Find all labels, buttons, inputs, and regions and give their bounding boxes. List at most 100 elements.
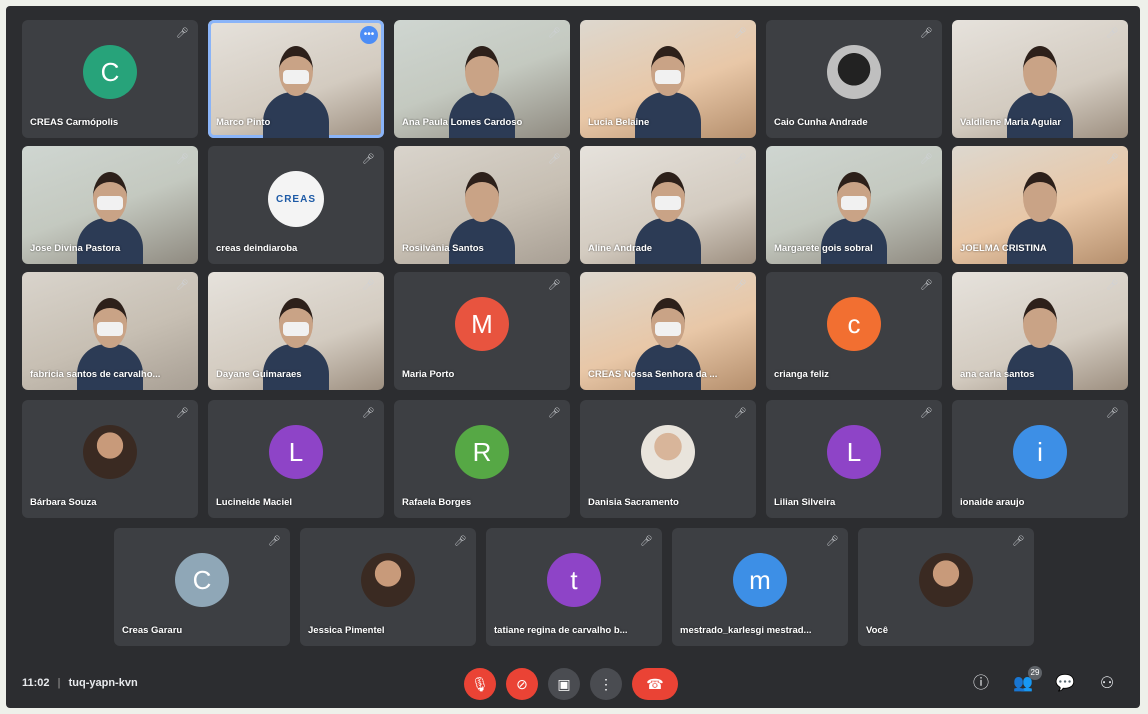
initial-avatar: L <box>269 425 323 479</box>
tile-options-button[interactable]: ••• <box>360 26 378 44</box>
participant-tile[interactable]: 🎤︎ Margarete gois sobral <box>766 146 942 264</box>
participant-name: ana carla santos <box>960 369 1035 380</box>
chat-button[interactable]: 💬 <box>1052 670 1078 698</box>
participant-tile[interactable]: 🎤︎ CREAS Nossa Senhora da ... <box>580 272 756 390</box>
initial-avatar: c <box>827 297 881 351</box>
initial-avatar: i <box>1013 425 1067 479</box>
participant-tile[interactable]: 🎤︎ Lucia Belaine <box>580 20 756 138</box>
face-mask <box>283 70 309 84</box>
activities-button[interactable]: ⚇ <box>1094 670 1120 698</box>
mic-muted-icon: 🎤︎ <box>920 28 933 39</box>
participant-name: Creas Gararu <box>122 625 183 636</box>
mic-muted-icon: 🎤︎ <box>548 408 561 419</box>
participant-name: JOELMA CRISTINA <box>960 243 1047 254</box>
tile-row: C 🎤︎ CREAS Carmópolis ••• Marco Pinto 🎤︎ Ana P… <box>22 20 1128 138</box>
video-figure-body <box>1007 92 1073 138</box>
participant-tile[interactable]: 🎤︎ JOELMA CRISTINA <box>952 146 1128 264</box>
participant-tile[interactable]: ••• Marco Pinto <box>208 20 384 138</box>
participant-name: Lucia Belaine <box>588 117 650 128</box>
photo-avatar <box>641 425 695 479</box>
participant-name: Lilian Silveira <box>774 497 836 508</box>
participant-tile[interactable]: i 🎤︎ ionaide araujo <box>952 400 1128 518</box>
participant-tile[interactable]: C 🎤︎ Creas Gararu <box>114 528 290 646</box>
tile-row: 🎤︎ fabricia santos de carvalho... 🎤︎ Dayane… <box>22 272 1128 390</box>
video-figure-body <box>77 344 143 390</box>
participant-name: Dayane Guimaraes <box>216 369 302 380</box>
video-figure-body <box>449 218 515 264</box>
participant-tile[interactable]: 🎤︎ Você <box>858 528 1034 646</box>
participant-name: tatiane regina de carvalho b... <box>494 625 628 636</box>
video-figure-body <box>77 218 143 264</box>
photo-avatar <box>361 553 415 607</box>
participant-name: Jessica Pimentel <box>308 625 385 636</box>
participant-tile[interactable]: 🎤︎ Aline Andrade <box>580 146 756 264</box>
participant-tile[interactable]: t 🎤︎ tatiane regina de carvalho b... <box>486 528 662 646</box>
participant-name: Bárbara Souza <box>30 497 97 508</box>
participant-tile[interactable]: m 🎤︎ mestrado_karlesgi mestrad... <box>672 528 848 646</box>
face-mask <box>97 196 123 210</box>
participant-name: Danisia Sacramento <box>588 497 679 508</box>
participant-tile[interactable]: L 🎤︎ Lucineide Maciel <box>208 400 384 518</box>
participant-tile[interactable]: 🎤︎ Jessica Pimentel <box>300 528 476 646</box>
participant-name: CREAS Nossa Senhora da ... <box>588 369 718 380</box>
mic-muted-icon: 🎤︎ <box>1106 280 1119 291</box>
call-controls: 🎙 ⊘ ▣ ⋮ ☎ <box>464 668 678 700</box>
participant-tile[interactable]: c 🎤︎ crianga feliz <box>766 272 942 390</box>
mic-muted-icon: 🎤︎ <box>454 536 467 547</box>
mic-muted-icon: 🎤︎ <box>362 408 375 419</box>
face-mask <box>283 322 309 336</box>
end-call-button[interactable]: ☎ <box>632 668 678 700</box>
video-figure-body <box>635 218 701 264</box>
participant-tile[interactable]: L 🎤︎ Lilian Silveira <box>766 400 942 518</box>
activities-icon: ⚇ <box>1099 675 1115 692</box>
meeting-info: 11:02 | tuq-yapn-kvn <box>22 677 138 689</box>
face-mask <box>655 70 681 84</box>
participant-name: CREAS Carmópolis <box>30 117 119 128</box>
camera-toggle-button[interactable]: ⊘ <box>506 668 538 700</box>
tile-row: C 🎤︎ Creas Gararu 🎤︎ Jessica Pimentel t 🎤︎ tati… <box>114 528 1034 646</box>
creas-logo: CREAS <box>268 171 324 227</box>
participant-tile[interactable]: 🎤︎ Caio Cunha Andrade <box>766 20 942 138</box>
present-button[interactable]: ▣ <box>548 668 580 700</box>
participant-tile[interactable]: 🎤︎ ana carla santos <box>952 272 1128 390</box>
face-mask <box>655 196 681 210</box>
participant-tile[interactable]: 🎤︎ Valdilene Maria Aguiar <box>952 20 1128 138</box>
participant-tile[interactable]: R 🎤︎ Rafaela Borges <box>394 400 570 518</box>
side-tools: ⓘ 👥 29 💬 ⚇ <box>968 666 1120 698</box>
mic-muted-icon: 🎤︎ <box>362 154 375 165</box>
video-figure-body <box>635 92 701 138</box>
participant-tile[interactable]: C 🎤︎ CREAS Carmópolis <box>22 20 198 138</box>
participant-tile[interactable]: 🎤︎ Danisia Sacramento <box>580 400 756 518</box>
participant-tile[interactable]: 🎤︎ Ana Paula Lomes Cardoso <box>394 20 570 138</box>
participant-tile[interactable]: CREAS 🎤︎ creas deindiaroba <box>208 146 384 264</box>
video-figure-body <box>449 92 515 138</box>
chat-icon: 💬 <box>1055 675 1075 692</box>
mic-muted-icon: 🎤︎ <box>548 280 561 291</box>
participant-name: Você <box>866 625 889 636</box>
mic-muted-icon: 🎤︎ <box>176 28 189 39</box>
mic-muted-icon: 🎤︎ <box>734 280 747 291</box>
video-figure-body <box>263 344 329 390</box>
participant-name: Jose Divina Pastora <box>30 243 121 254</box>
mic-toggle-button[interactable]: 🎙 <box>464 668 496 700</box>
participant-name: Ana Paula Lomes Cardoso <box>402 117 523 128</box>
participant-name: Valdilene Maria Aguiar <box>960 117 1062 128</box>
more-options-button[interactable]: ⋮ <box>590 668 622 700</box>
people-button[interactable]: 👥 29 <box>1010 666 1042 698</box>
participant-name: Caio Cunha Andrade <box>774 117 868 128</box>
mic-off-icon: 🎙 <box>471 675 489 692</box>
participant-tile[interactable]: 🎤︎ Jose Divina Pastora <box>22 146 198 264</box>
participant-tile[interactable]: 🎤︎ fabricia santos de carvalho... <box>22 272 198 390</box>
participant-tile[interactable]: 🎤︎ Rosilvânia Santos <box>394 146 570 264</box>
participant-tile[interactable]: 🎤︎ Dayane Guimaraes <box>208 272 384 390</box>
meeting-details-button[interactable]: ⓘ <box>968 670 994 698</box>
mic-muted-icon: 🎤︎ <box>548 154 561 165</box>
mic-muted-icon: 🎤︎ <box>734 154 747 165</box>
mic-muted-icon: 🎤︎ <box>1012 536 1025 547</box>
participant-name: Marco Pinto <box>216 117 271 128</box>
participant-tile[interactable]: M 🎤︎ Maria Porto <box>394 272 570 390</box>
participant-tile[interactable]: 🎤︎ Bárbara Souza <box>22 400 198 518</box>
mic-muted-icon: 🎤︎ <box>1106 154 1119 165</box>
mic-muted-icon: 🎤︎ <box>176 154 189 165</box>
mic-muted-icon: 🎤︎ <box>176 280 189 291</box>
